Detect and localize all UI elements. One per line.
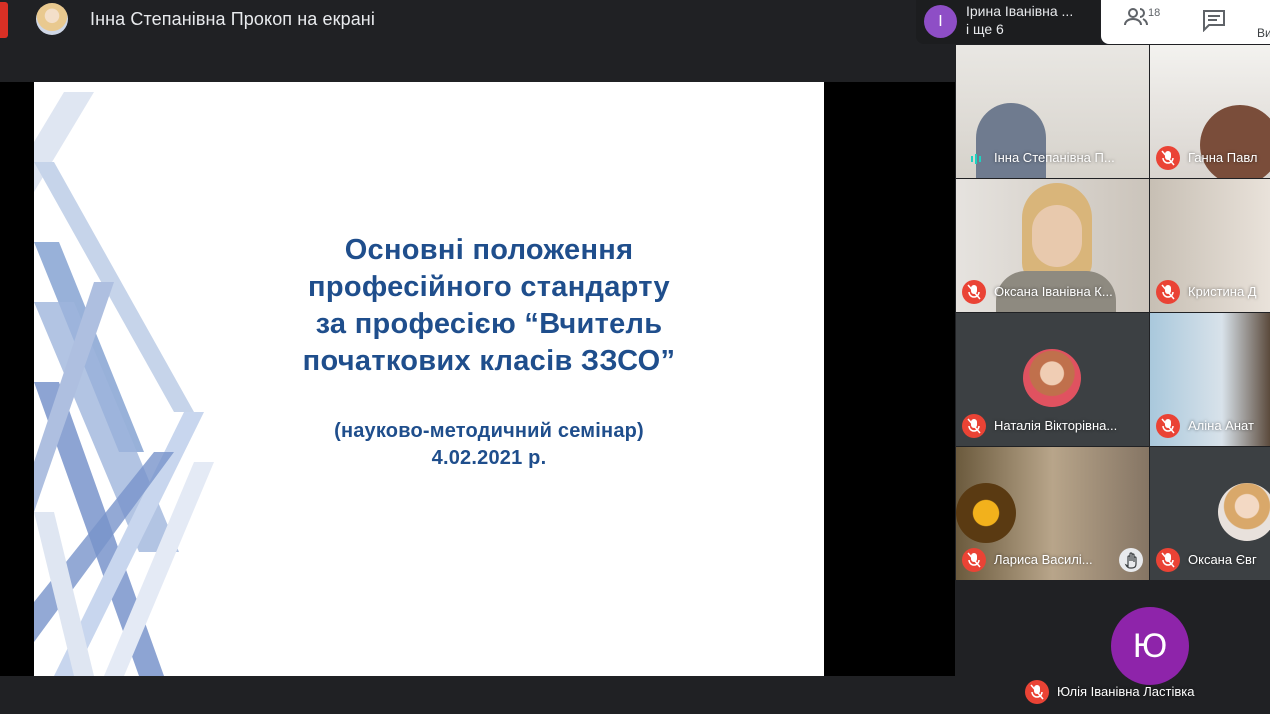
presenter-avatar — [36, 3, 68, 35]
bottom-strip — [0, 676, 955, 714]
presenter-bar: Інна Степанівна Прокоп на екрані — [0, 0, 955, 40]
shared-screen: Основні положення професійного стандарту… — [0, 82, 955, 676]
participant-tile[interactable]: Ю Юлія Іванівна Ластівка — [1019, 581, 1270, 708]
participant-name: Ганна Павл — [1188, 150, 1258, 165]
tile-name-row: Наталія Вікторівна... — [956, 414, 1149, 440]
participant-tile[interactable]: Кристина Д — [1150, 179, 1270, 312]
mic-off-icon — [962, 280, 986, 304]
mic-off-icon — [1156, 548, 1180, 572]
mic-off-icon — [1156, 280, 1180, 304]
top-right-controls: 18 Ви — [1101, 0, 1270, 44]
panel-label: Ви — [1257, 26, 1270, 40]
mic-off-icon — [962, 548, 986, 572]
participant-avatar — [1218, 483, 1270, 541]
speaking-icon — [971, 154, 981, 164]
tile-name-row: Оксана Іванівна К... — [956, 280, 1149, 306]
slide-date: 4.02.2021 р. — [431, 447, 547, 469]
mic-off-icon — [962, 414, 986, 438]
presenting-indicator — [0, 2, 8, 38]
tile-name-row: Ганна Павл — [1150, 146, 1270, 172]
mic-off-icon — [1025, 680, 1049, 704]
participant-tile[interactable]: Ганна Павл — [1150, 45, 1270, 178]
tile-name-row: Лариса Василі... — [956, 548, 1149, 574]
presenter-title: Інна Степанівна Прокоп на екрані — [90, 9, 375, 29]
participant-name: Аліна Анат — [1188, 418, 1254, 433]
participant-tile[interactable]: Лариса Василі... — [956, 447, 1149, 580]
presentation-slide: Основні положення професійного стандарту… — [34, 82, 824, 676]
mic-off-icon — [1156, 414, 1180, 438]
participant-tile[interactable]: Інна Степанівна П... — [956, 45, 1149, 178]
tile-name-row: Юлія Іванівна Ластівка — [1019, 680, 1270, 706]
participant-tile[interactable]: Оксана Євг — [1150, 447, 1270, 580]
participant-name: Інна Степанівна П... — [994, 150, 1115, 165]
participant-tile[interactable]: Аліна Анат — [1150, 313, 1270, 446]
participant-tile[interactable]: Оксана Іванівна К... — [956, 179, 1149, 312]
participant-face — [1032, 205, 1082, 267]
participant-name: Кристина Д — [1188, 284, 1257, 299]
participant-avatar — [1023, 349, 1081, 407]
tile-name-row: Кристина Д — [1150, 280, 1270, 306]
participant-avatar: Ю — [1111, 607, 1189, 685]
people-icon — [1124, 8, 1148, 26]
slide-title-line: Основні положення — [344, 234, 634, 266]
slide-title-line: початкових класів ЗЗСО” — [302, 345, 676, 377]
participant-name: Оксана Євг — [1188, 552, 1257, 567]
mic-off-icon — [1156, 146, 1180, 170]
slide-subtitle: (науково-методичний семінар) — [334, 420, 644, 442]
participant-name: Наталія Вікторівна... — [994, 418, 1118, 433]
participant-chip-more: і ще 6 — [966, 21, 1004, 37]
slide-subtitle-block: (науково-методичний семінар) 4.02.2021 р… — [224, 418, 754, 472]
raised-hand-icon — [1119, 548, 1143, 572]
participant-avatar: І — [924, 5, 957, 38]
participant-name: Юлія Іванівна Ластівка — [1057, 684, 1195, 699]
slide-decoration — [34, 92, 214, 676]
tile-name-row: Оксана Євг — [1150, 548, 1270, 574]
tile-name-row: Інна Степанівна П... — [956, 146, 1149, 172]
people-count: 18 — [1148, 7, 1161, 19]
chat-icon — [1203, 10, 1225, 33]
slide-title-line: професійного стандарту — [308, 271, 670, 303]
sunflower-decor — [956, 483, 1016, 543]
participant-tile[interactable]: Наталія Вікторівна... — [956, 313, 1149, 446]
participant-name: Лариса Василі... — [994, 552, 1093, 567]
participant-name: Оксана Іванівна К... — [994, 284, 1113, 299]
participant-chip[interactable]: І Ірина Іванівна ... і ще 6 — [916, 0, 1100, 44]
slide-title: Основні положення професійного стандарту… — [224, 232, 754, 380]
chat-button[interactable] — [1201, 8, 1231, 34]
slide-title-line: за професією “Вчитель — [315, 308, 663, 340]
participant-chip-name: Ірина Іванівна ... — [966, 3, 1074, 19]
tile-name-row: Аліна Анат — [1150, 414, 1270, 440]
